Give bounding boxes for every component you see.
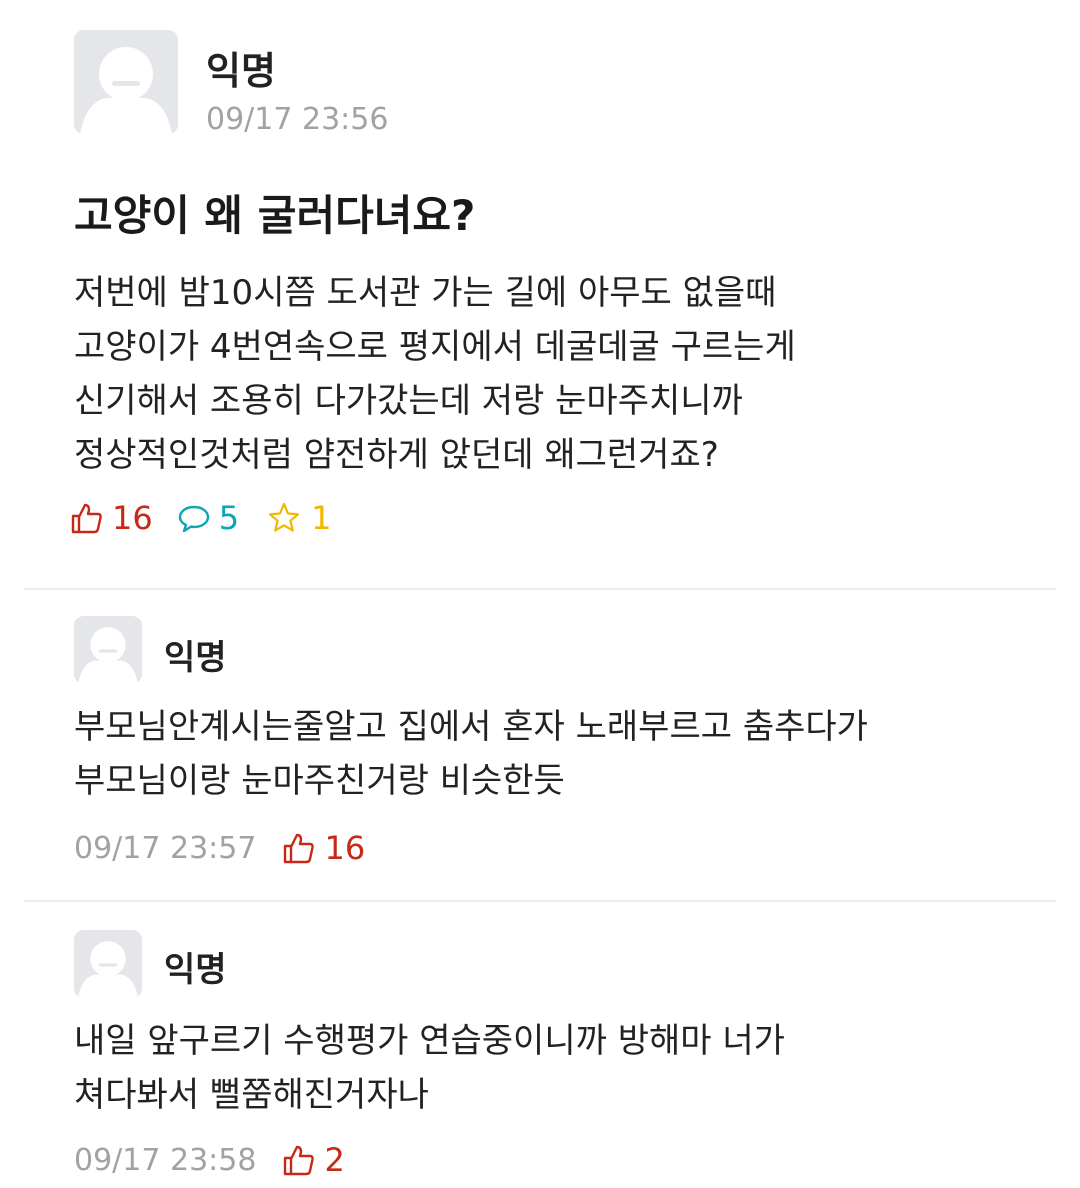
post-avatar [74, 30, 178, 134]
speech-bubble-icon [178, 505, 209, 533]
comment-like-count: 2 [324, 1141, 345, 1179]
divider [24, 900, 1056, 902]
like-count: 16 [112, 499, 153, 537]
comment-line: 부모님이랑 눈마주친거랑 비슷한듯 [74, 761, 565, 801]
comment-line: 부모님안계시는줄알고 집에서 혼자 노래부르고 춤추다가 [74, 707, 868, 747]
comment-time: 09/17 23:57 [74, 830, 257, 866]
comment-time: 09/17 23:58 [74, 1142, 257, 1178]
post-stats: 16 5 1 [70, 498, 331, 538]
comment-meta: 09/17 23:58 2 [74, 1140, 345, 1180]
thumbs-up-icon [284, 1145, 315, 1176]
comment-body: 내일 앞구르기 수행평가 연습중이니까 방해마 너가 쳐다봐서 뻘쭘해진거자나 [74, 1014, 785, 1122]
comment-count: 5 [218, 499, 240, 537]
comment-avatar [74, 616, 142, 684]
comment-body: 부모님안계시는줄알고 집에서 혼자 노래부르고 춤추다가 부모님이랑 눈마주친거… [74, 700, 868, 808]
comment-line: 쳐다봐서 뻘쭘해진거자나 [74, 1075, 429, 1115]
thumbs-up-icon [71, 503, 102, 534]
comment-line: 내일 앞구르기 수행평가 연습중이니까 방해마 너가 [74, 1021, 785, 1061]
comment-like[interactable]: 16 [282, 829, 365, 867]
comment-stat[interactable]: 5 [177, 499, 239, 537]
post-body: 저번에 밤10시쯤 도서관 가는 길에 아무도 없을때 고양이가 4번연속으로 … [74, 266, 796, 482]
post-author: 익명 [206, 49, 276, 93]
comment-meta: 09/17 23:57 16 [74, 828, 365, 868]
comment-like-count: 16 [324, 829, 366, 867]
comment-avatar [74, 930, 142, 998]
star-icon [268, 502, 300, 532]
default-profile-icon [74, 930, 142, 998]
like-stat[interactable]: 16 [70, 499, 153, 537]
comment-like[interactable]: 2 [282, 1141, 345, 1179]
post-time: 09/17 23:56 [206, 102, 389, 137]
post-body-line: 저번에 밤10시쯤 도서관 가는 길에 아무도 없을때 [74, 273, 777, 313]
default-profile-icon [74, 616, 142, 684]
post-body-line: 정상적인것처럼 얌전하게 앉던데 왜그런거죠? [74, 435, 719, 475]
thumbs-up-icon [284, 833, 315, 864]
scrap-count: 1 [311, 499, 332, 537]
post-body-line: 고양이가 4번연속으로 평지에서 데굴데굴 구르는게 [74, 327, 796, 367]
comment-author: 익명 [164, 950, 227, 990]
scrap-stat[interactable]: 1 [267, 499, 331, 537]
post-body-line: 신기해서 조용히 다가갔는데 저랑 눈마주치니까 [74, 381, 743, 421]
default-profile-icon [74, 30, 178, 134]
comment-author: 익명 [164, 638, 227, 678]
post-title: 고양이 왜 굴러다녀요? [74, 191, 476, 240]
divider [24, 588, 1056, 590]
